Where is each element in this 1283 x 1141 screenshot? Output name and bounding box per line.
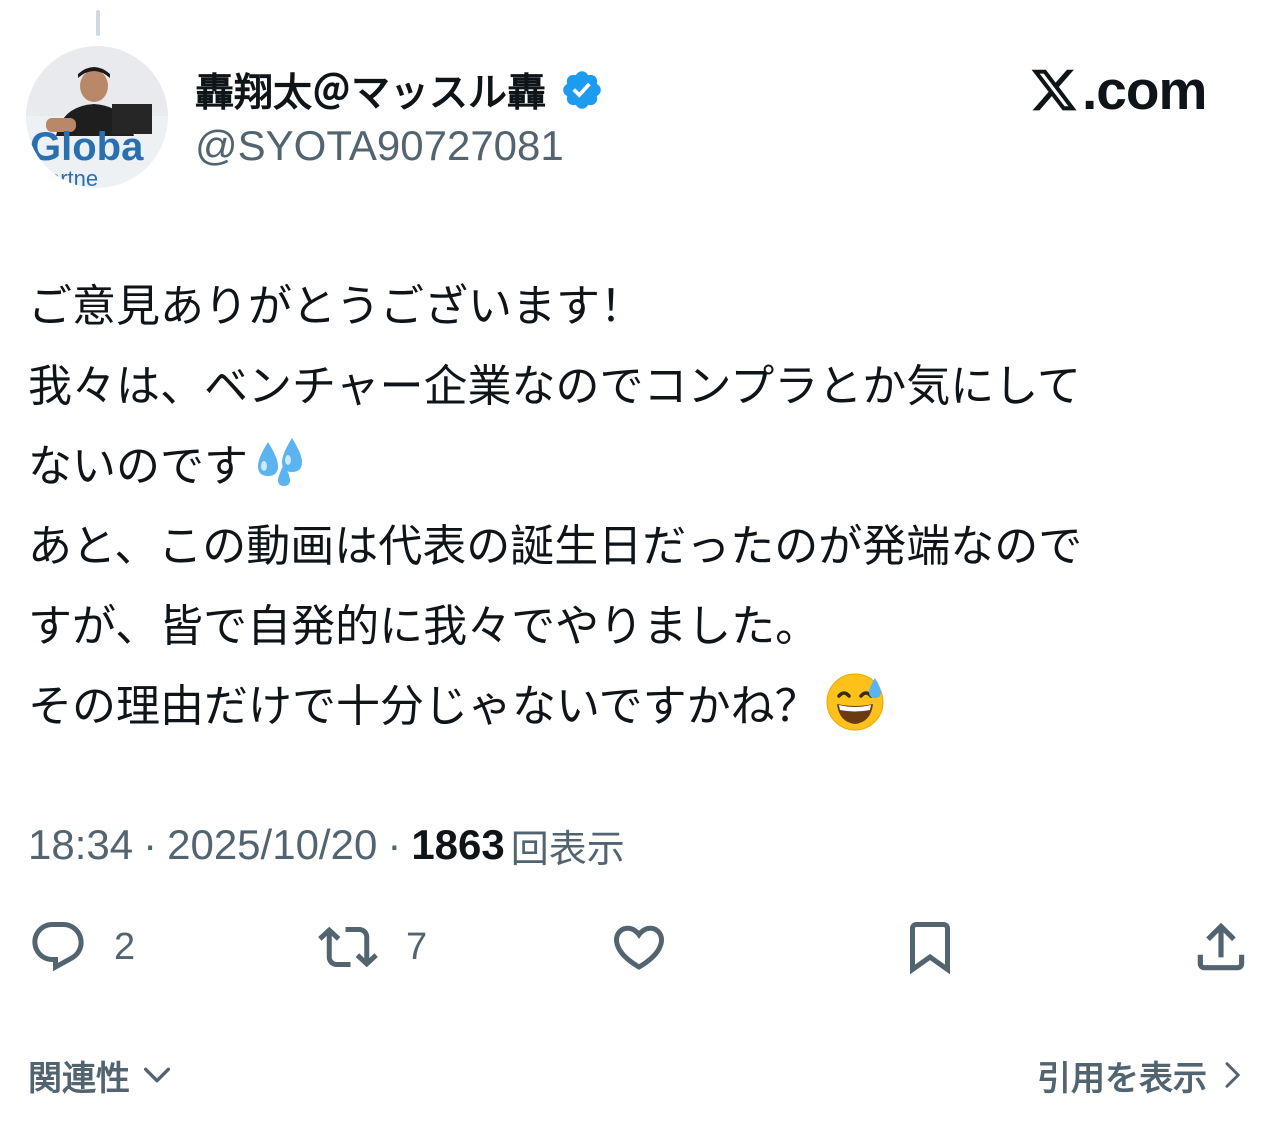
- tweet-line-text: あと、この動画は代表の誕生日だったのが発端なので: [28, 521, 1083, 572]
- reply-button[interactable]: 2: [28, 915, 135, 979]
- reply-icon: [32, 922, 84, 972]
- tweet-line: 我々は、ベンチャー企業なのでコンプラとか気にして: [28, 342, 1258, 422]
- tweet-text: ご意見ありがとうございます！ 我々は、ベンチャー企業なのでコンプラとか気にして …: [28, 262, 1258, 742]
- tweet-metadata: 18:34 · 2025/10/20 · 1863 回表示: [28, 815, 625, 875]
- repost-count: 7: [406, 925, 428, 968]
- tweet-date[interactable]: 2025/10/20: [167, 821, 377, 869]
- tweet-line: ないのです: [28, 422, 1258, 502]
- view-quotes-link[interactable]: 引用を表示: [1037, 1050, 1247, 1100]
- heart-icon: [613, 925, 665, 970]
- thread-connector-line: [96, 10, 100, 36]
- author-handle[interactable]: @SYOTA90727081: [195, 122, 564, 170]
- chevron-right-icon: [1225, 1062, 1240, 1088]
- views-label: 回表示: [510, 826, 625, 871]
- avatar[interactable]: Globa artne: [26, 46, 168, 188]
- author-name-row[interactable]: 轟翔太＠マッスル轟: [195, 62, 604, 118]
- share-icon: [1197, 922, 1245, 971]
- tweet-line: ご意見ありがとうございます！: [28, 262, 1258, 342]
- grinning-face-with-sweat-emoji-icon: [825, 672, 885, 732]
- bookmark-icon: [910, 922, 950, 975]
- tweet-line-text: ないのです: [28, 441, 248, 492]
- sweat-droplets-emoji-icon: [254, 436, 310, 488]
- site-logo-text: .com: [1082, 59, 1207, 121]
- repost-icon: [318, 926, 378, 968]
- tweet-line: すが、皆で自発的に我々でやりました。: [28, 582, 1258, 662]
- sort-relevance-dropdown[interactable]: 関連性: [28, 1050, 174, 1100]
- chevron-down-icon: [143, 1067, 171, 1083]
- x-logo-icon: [1031, 69, 1077, 111]
- avatar-text: Globa: [30, 125, 144, 169]
- repost-button[interactable]: 7: [316, 915, 427, 979]
- tweet-line-text: ご意見ありがとうございます！: [28, 281, 644, 332]
- reply-count: 2: [114, 925, 136, 968]
- site-logo: .com: [1028, 58, 1207, 122]
- view-quotes-label: 引用を表示: [1037, 1058, 1207, 1099]
- tweet-line: あと、この動画は代表の誕生日だったのが発端なので: [28, 502, 1258, 582]
- meta-separator: ·: [387, 821, 402, 868]
- tweet-line: その理由だけで十分じゃないですかね？: [28, 662, 1258, 742]
- bookmark-button[interactable]: [900, 915, 960, 979]
- avatar-text-secondary: artne: [48, 166, 98, 188]
- like-button[interactable]: [608, 915, 670, 979]
- relevance-label: 関連性: [28, 1058, 130, 1099]
- tweet-time[interactable]: 18:34: [28, 821, 133, 869]
- meta-separator: ·: [143, 821, 158, 868]
- tweet-line-text: 我々は、ベンチャー企業なのでコンプラとか気にして: [28, 361, 1081, 412]
- display-name[interactable]: 轟翔太＠マッスル轟: [195, 62, 546, 118]
- views-count: 1863: [411, 821, 505, 868]
- tweet-actions-bar: 2 7: [0, 915, 1283, 979]
- share-button[interactable]: [1190, 915, 1252, 979]
- tweet-line-text: すが、皆で自発的に我々でやりました。: [28, 601, 820, 652]
- tweet-line-text: その理由だけで十分じゃないですかね？: [28, 681, 819, 732]
- verified-badge-icon: [560, 68, 604, 112]
